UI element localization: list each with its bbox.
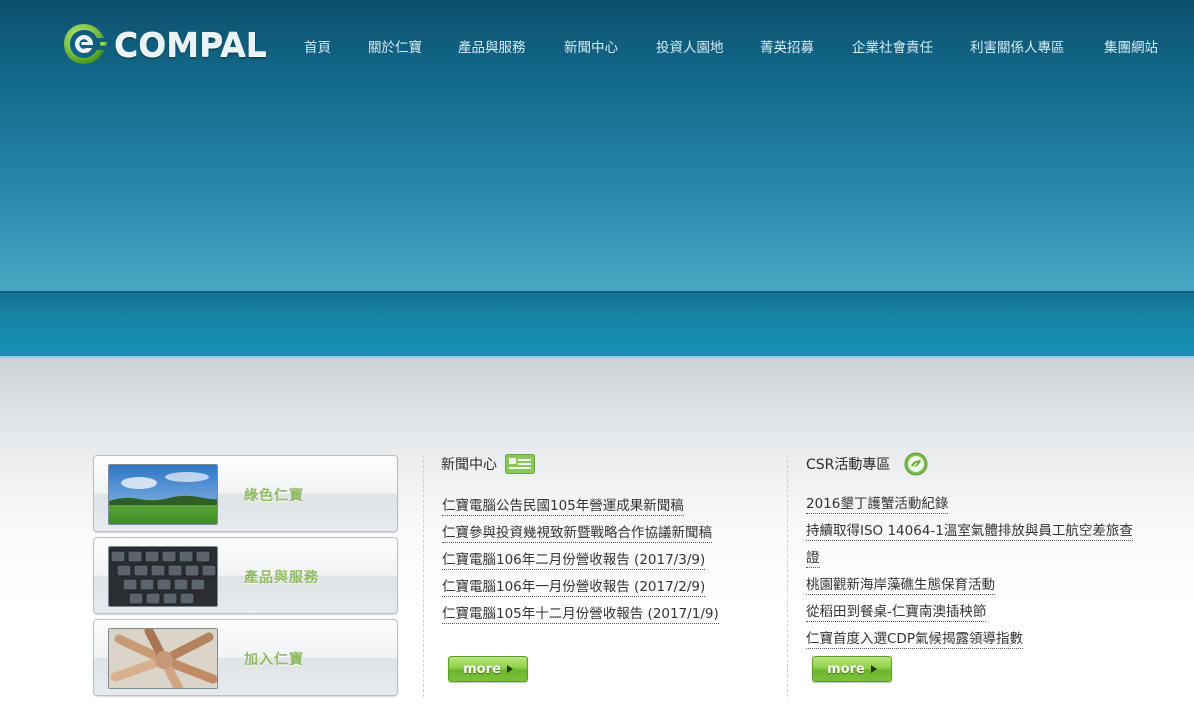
news-link[interactable]: 仁寶電腦公告民國105年營運成果新聞稿 xyxy=(442,498,684,516)
nav-item-csr[interactable]: 企業社會責任 xyxy=(852,36,933,56)
green-field-image xyxy=(108,464,218,525)
list-item: 仁寶首度入選CDP氣候揭露領導指數 xyxy=(806,626,1136,653)
csr-more-button[interactable]: more xyxy=(812,656,892,682)
more-label: more xyxy=(827,661,865,677)
main-nav: 首頁 關於仁寶 產品與服務 新聞中心 投資人園地 菁英招募 企業社會責任 利害關… xyxy=(0,36,1194,56)
list-item: 仁寶電腦105年十二月份營收報告 (2017/1/9) xyxy=(442,602,719,629)
news-section-heading: 新聞中心 xyxy=(441,454,535,474)
nav-item-stakeholders[interactable]: 利害關係人專區 xyxy=(970,36,1065,56)
news-more-button[interactable]: more xyxy=(448,656,528,682)
news-link[interactable]: 仁寶參與投資幾視致新暨戰略合作協議新聞稿 xyxy=(442,525,712,543)
more-label: more xyxy=(463,661,501,677)
news-link[interactable]: 仁寶電腦106年二月份營收報告 (2017/3/9) xyxy=(442,552,706,570)
play-arrow-icon xyxy=(870,665,877,673)
team-hands-image xyxy=(108,628,218,689)
hero-band-line xyxy=(0,291,1194,293)
hero-banner: COMPAL 首頁 關於仁寶 產品與服務 新聞中心 投資人園地 菁英招募 企業社… xyxy=(0,0,1194,358)
csr-title: CSR活動專區 xyxy=(806,457,891,473)
csr-link[interactable]: 持續取得ISO 14064-1溫室氣體排放與員工航空差旅查證 xyxy=(806,523,1133,568)
leaf-globe-icon xyxy=(904,452,928,476)
promo-products-services[interactable]: 產品與服務 xyxy=(93,537,398,614)
promo-label: 產品與服務 xyxy=(244,570,319,586)
hero-band xyxy=(0,291,1194,358)
csr-link[interactable]: 仁寶首度入選CDP氣候揭露領導指數 xyxy=(806,631,1023,649)
news-link[interactable]: 仁寶電腦105年十二月份營收報告 (2017/1/9) xyxy=(442,606,719,624)
csr-list: 2016墾丁護蟹活動紀錄 持續取得ISO 14064-1溫室氣體排放與員工航空差… xyxy=(806,491,1136,653)
list-item: 從稻田到餐桌-仁寶南澳插秧節 xyxy=(806,599,1136,626)
news-list: 仁寶電腦公告民國105年營運成果新聞稿 仁寶參與投資幾視致新暨戰略合作協議新聞稿… xyxy=(442,494,719,629)
csr-section-heading: CSR活動專區 xyxy=(806,452,928,476)
nav-item-investors[interactable]: 投資人園地 xyxy=(656,36,724,56)
promo-green-compal[interactable]: 綠色仁寶 xyxy=(93,455,398,532)
csr-link[interactable]: 2016墾丁護蟹活動紀錄 xyxy=(806,496,949,514)
news-title: 新聞中心 xyxy=(441,457,497,473)
list-item: 桃園觀新海岸藻礁生態保育活動 xyxy=(806,572,1136,599)
nav-item-news[interactable]: 新聞中心 xyxy=(564,36,618,56)
nav-item-careers[interactable]: 菁英招募 xyxy=(760,36,814,56)
news-card-icon xyxy=(505,454,535,474)
promo-join-compal[interactable]: 加入仁寶 xyxy=(93,619,398,696)
csr-link[interactable]: 從稻田到餐桌-仁寶南澳插秧節 xyxy=(806,604,987,622)
promo-label: 加入仁寶 xyxy=(244,652,304,668)
column-divider xyxy=(787,455,788,697)
list-item: 仁寶電腦106年二月份營收報告 (2017/3/9) xyxy=(442,548,719,575)
list-item: 仁寶參與投資幾視致新暨戰略合作協議新聞稿 xyxy=(442,521,719,548)
promo-label: 綠色仁寶 xyxy=(244,488,304,504)
column-divider xyxy=(423,455,424,697)
keyboard-image xyxy=(108,546,218,607)
list-item: 仁寶電腦公告民國105年營運成果新聞稿 xyxy=(442,494,719,521)
news-link[interactable]: 仁寶電腦106年一月份營收報告 (2017/2/9) xyxy=(442,579,706,597)
list-item: 持續取得ISO 14064-1溫室氣體排放與員工航空差旅查證 xyxy=(806,518,1136,572)
nav-item-about[interactable]: 關於仁寶 xyxy=(368,36,422,56)
play-arrow-icon xyxy=(506,665,513,673)
list-item: 仁寶電腦106年一月份營收報告 (2017/2/9) xyxy=(442,575,719,602)
csr-link[interactable]: 桃園觀新海岸藻礁生態保育活動 xyxy=(806,577,995,595)
nav-item-products[interactable]: 產品與服務 xyxy=(458,36,526,56)
list-item: 2016墾丁護蟹活動紀錄 xyxy=(806,491,1136,518)
nav-item-home[interactable]: 首頁 xyxy=(304,36,331,56)
nav-item-group-sites[interactable]: 集團網站 xyxy=(1104,36,1158,56)
